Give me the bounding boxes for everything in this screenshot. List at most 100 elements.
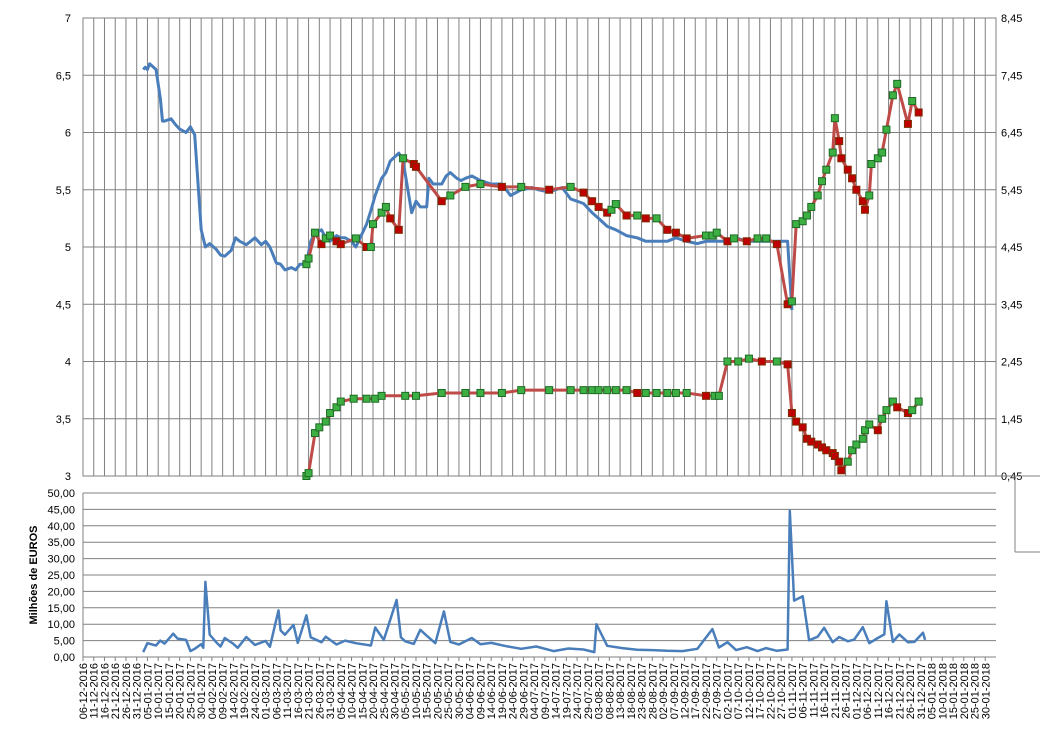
series-marker xyxy=(594,202,603,211)
series-marker xyxy=(865,191,874,200)
left-axis-tick-label: 6,5 xyxy=(56,70,71,82)
series-marker xyxy=(802,211,811,220)
series-marker xyxy=(701,391,710,400)
volume-y-tick-label: 45,00 xyxy=(47,504,75,516)
series-marker xyxy=(633,211,642,220)
series-marker xyxy=(351,234,360,243)
series-marker xyxy=(817,177,826,186)
series-marker xyxy=(579,386,588,395)
series-marker xyxy=(437,197,446,206)
series-marker xyxy=(772,240,781,249)
volume-y-tick-label: 40,00 xyxy=(47,521,75,533)
series-marker xyxy=(545,386,554,395)
series-marker xyxy=(837,154,846,163)
right-axis-tick-label: 1,45 xyxy=(1001,414,1022,426)
series-marker xyxy=(446,191,455,200)
series-marker xyxy=(386,214,395,223)
series-marker xyxy=(411,162,420,171)
series-marker xyxy=(369,220,378,229)
series-marker xyxy=(835,137,844,146)
series-marker xyxy=(622,211,631,220)
series-marker xyxy=(633,388,642,397)
series-marker xyxy=(753,234,762,243)
volume-y-tick-label: 15,00 xyxy=(47,603,75,615)
series-marker xyxy=(304,469,313,478)
left-axis-tick-label: 6 xyxy=(65,128,71,140)
series-marker xyxy=(641,388,650,397)
series-marker xyxy=(497,388,506,397)
series-marker xyxy=(399,154,408,163)
series-marker xyxy=(401,391,410,400)
series-marker xyxy=(349,394,358,403)
series-marker xyxy=(663,388,672,397)
series-marker xyxy=(882,406,891,415)
series-marker xyxy=(366,243,375,251)
series-marker xyxy=(757,357,766,366)
series-marker xyxy=(461,388,470,397)
volume-y-tick-label: 5,00 xyxy=(54,636,75,648)
series-marker xyxy=(903,119,912,128)
series-marker xyxy=(603,386,612,395)
series-marker xyxy=(497,182,506,191)
series-marker xyxy=(729,234,738,243)
series-marker xyxy=(878,414,887,423)
series-marker xyxy=(908,97,917,106)
series-marker xyxy=(566,386,575,395)
series-marker xyxy=(813,191,822,200)
series-marker xyxy=(873,426,882,435)
volume-x-tick-label: 30-01-2018 xyxy=(980,663,992,719)
series-marker xyxy=(744,354,753,363)
volume-y-tick-label: 50,00 xyxy=(47,488,75,500)
series-marker xyxy=(545,185,554,194)
series-marker xyxy=(611,200,620,209)
series-marker xyxy=(742,237,751,246)
series-marker xyxy=(622,386,631,395)
series-marker xyxy=(336,397,345,406)
series-marker xyxy=(837,466,846,475)
right-axis-tick-label: 4,45 xyxy=(1001,242,1022,254)
series-marker xyxy=(411,391,420,400)
series-marker xyxy=(641,214,650,223)
series-marker xyxy=(843,165,852,174)
series-marker xyxy=(830,114,839,123)
series-marker xyxy=(461,182,470,191)
series-marker xyxy=(437,388,446,397)
series-marker xyxy=(671,228,680,237)
left-axis-tick-label: 4,5 xyxy=(56,299,71,311)
series-marker xyxy=(476,388,485,397)
series-marker xyxy=(377,391,386,400)
series-marker xyxy=(787,297,796,306)
series-marker xyxy=(858,434,867,443)
volume-y-tick-label: 30,00 xyxy=(47,554,75,566)
series-marker xyxy=(682,388,691,397)
series-marker xyxy=(878,148,887,157)
series-marker xyxy=(828,148,837,157)
right-axis-tick-label: 6,45 xyxy=(1001,128,1022,140)
series-marker xyxy=(893,79,902,88)
series-marker xyxy=(772,357,781,366)
series-marker xyxy=(798,423,807,432)
series-marker xyxy=(594,386,603,395)
left-axis-tick-label: 3,5 xyxy=(56,414,71,426)
series-marker xyxy=(865,420,874,429)
volume-y-tick-label: 20,00 xyxy=(47,586,75,598)
series-marker xyxy=(712,228,721,237)
left-axis-tick-label: 3 xyxy=(65,471,71,483)
left-axis-tick-label: 7 xyxy=(65,13,71,25)
volume-y-tick-label: 0,00 xyxy=(54,652,75,664)
series-marker xyxy=(671,388,680,397)
series-marker xyxy=(304,254,313,263)
series-marker xyxy=(762,234,771,243)
series-marker xyxy=(336,240,345,249)
right-axis-tick-label: 0,45 xyxy=(1001,471,1022,483)
series-marker xyxy=(882,125,891,134)
series-marker xyxy=(787,409,796,418)
right-axis-tick-label: 8,45 xyxy=(1001,13,1022,25)
series-marker xyxy=(914,397,923,406)
series-marker xyxy=(517,386,526,395)
series-marker xyxy=(860,205,869,214)
series-marker xyxy=(734,357,743,366)
series-marker xyxy=(835,457,844,466)
series-marker xyxy=(579,188,588,197)
volume-y-tick-label: 25,00 xyxy=(47,570,75,582)
